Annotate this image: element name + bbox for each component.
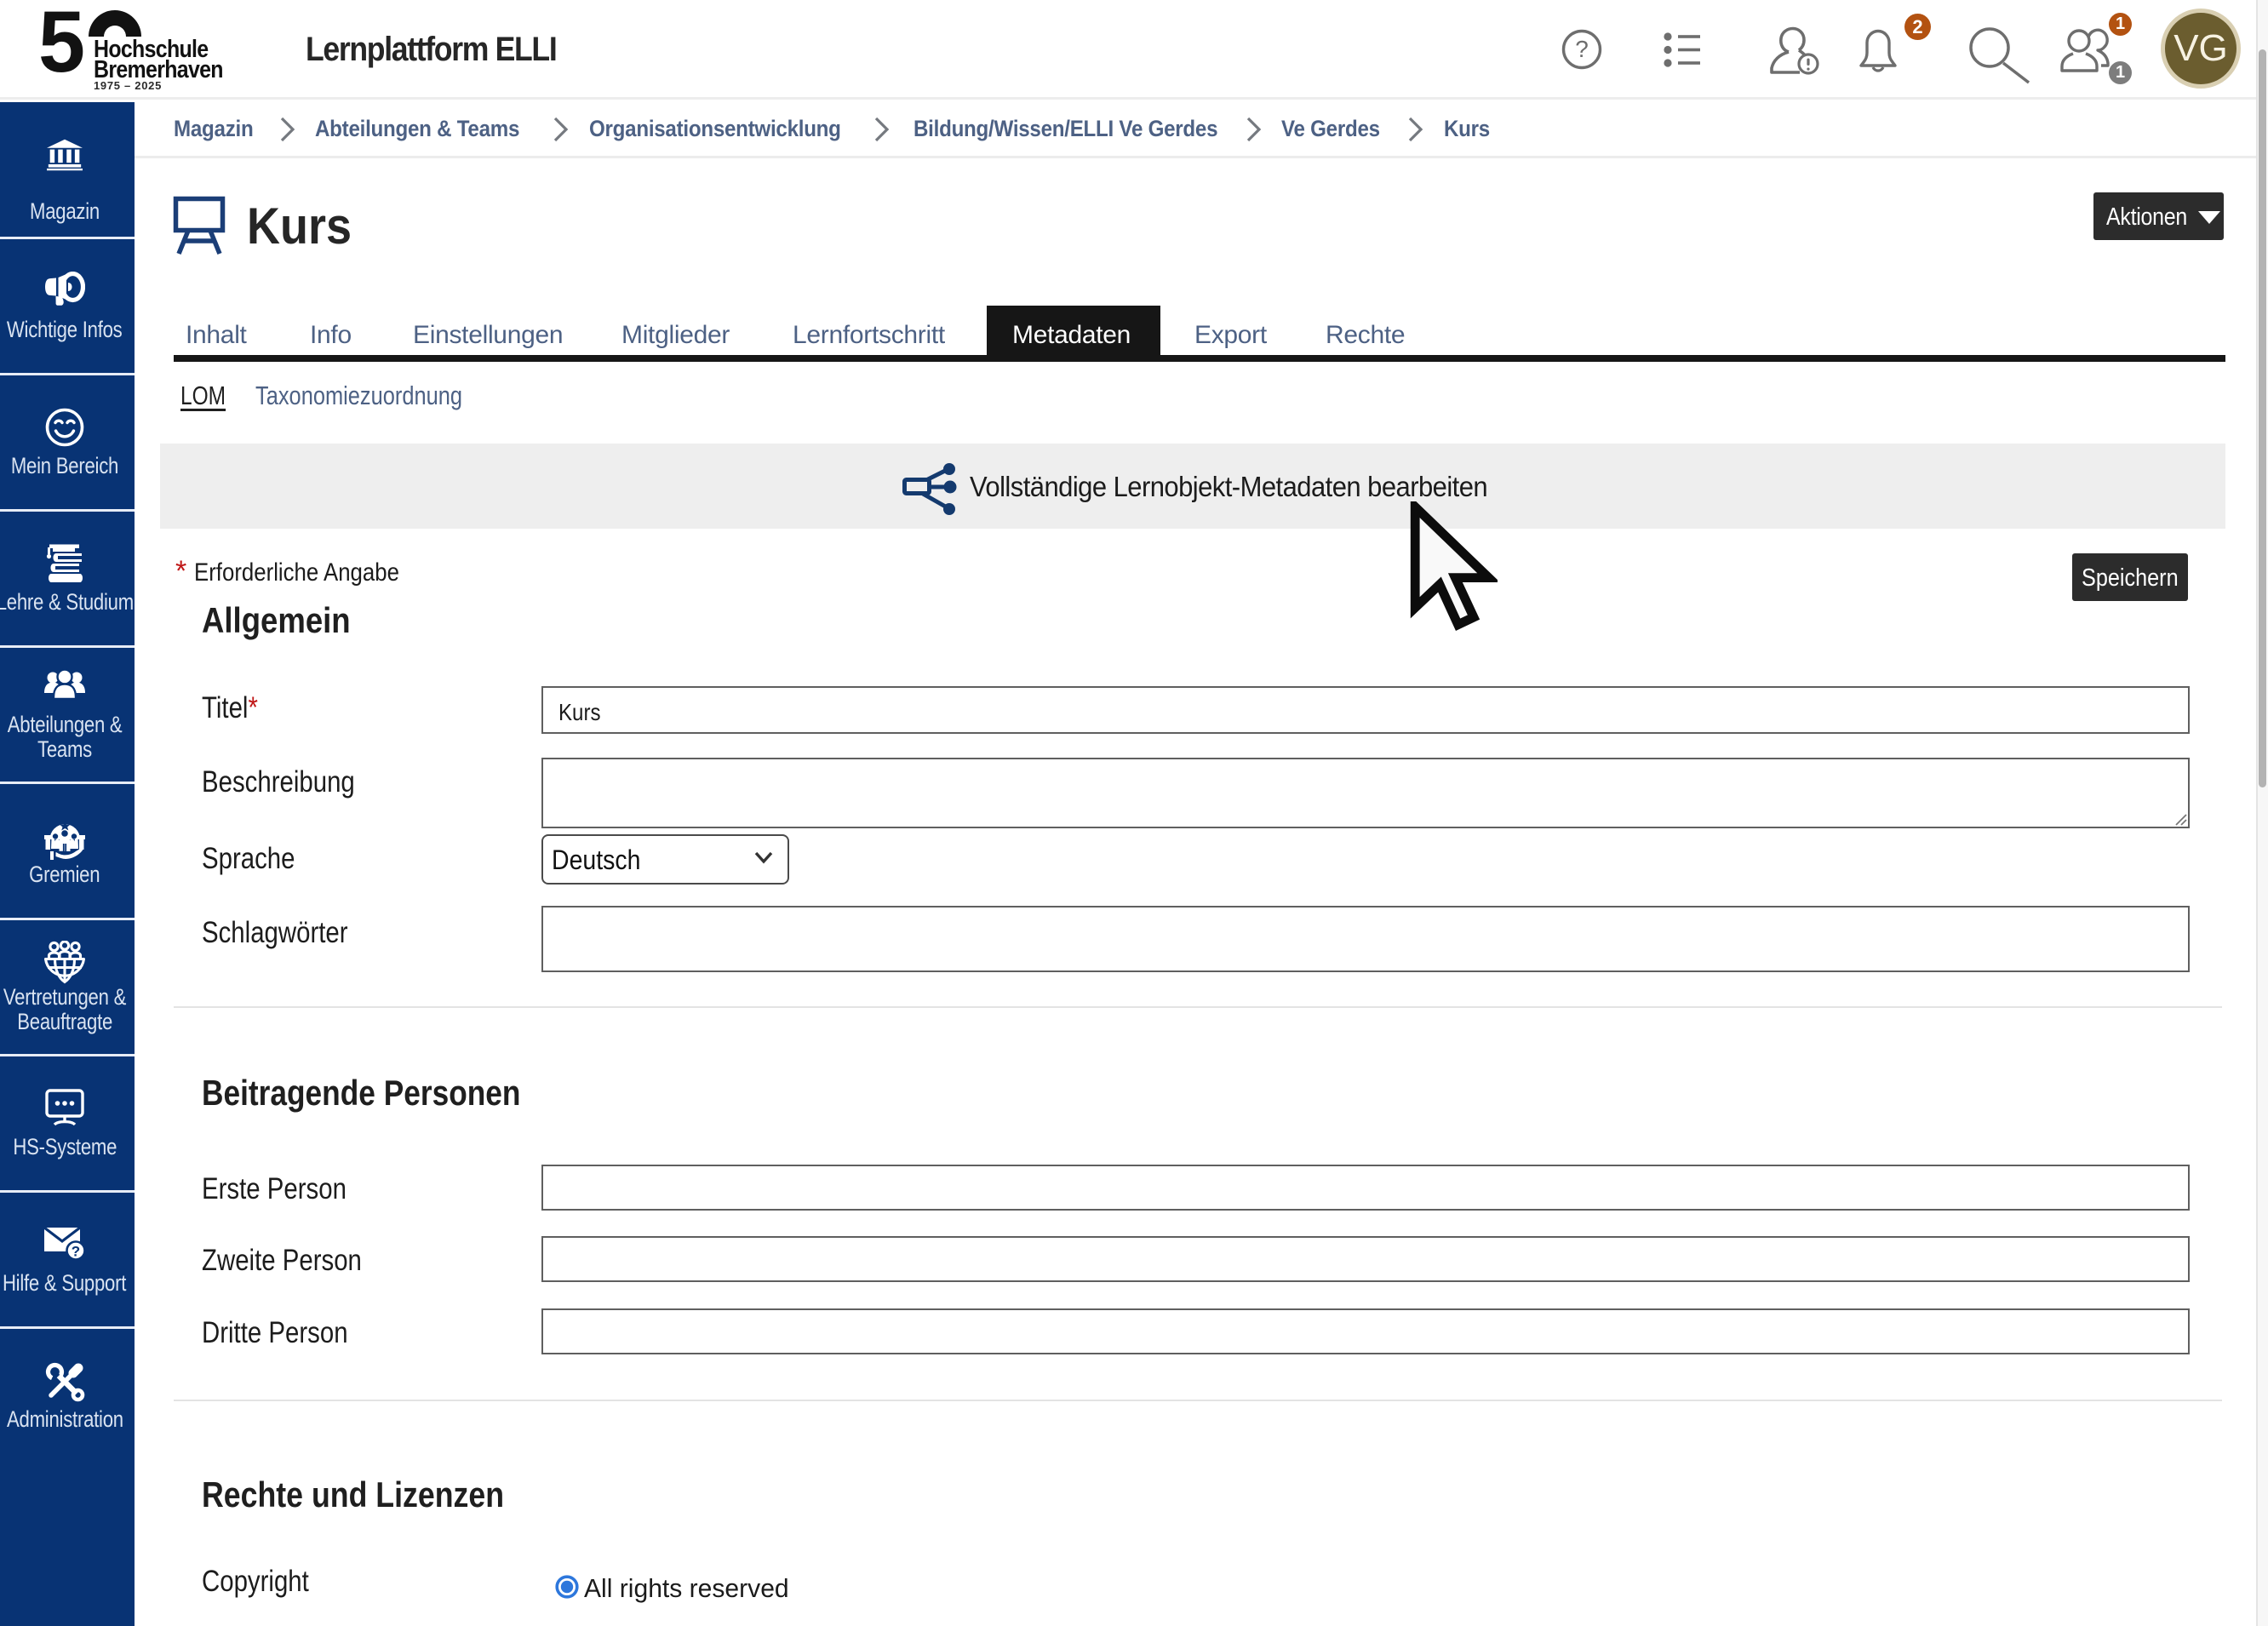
- svg-text:?: ?: [1575, 36, 1589, 62]
- svg-text:?: ?: [72, 1244, 80, 1260]
